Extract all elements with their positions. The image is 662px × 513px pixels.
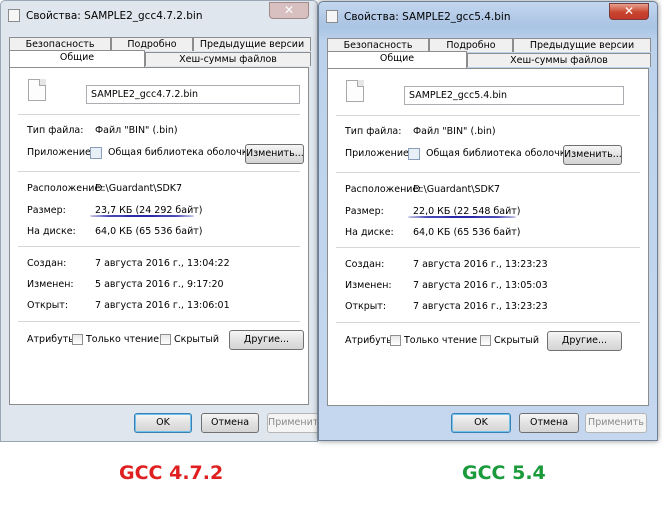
ok-button[interactable]: OK (134, 413, 192, 433)
tab-general[interactable]: Общие (327, 51, 467, 68)
size-underline (408, 216, 516, 218)
tab-security[interactable]: Безопасность (9, 37, 111, 51)
location-label: Расположение: (27, 183, 104, 194)
type-value: Файл "BIN" (.bin) (413, 126, 496, 137)
caption-gcc54: GCC 5.4 (462, 462, 546, 484)
separator (18, 171, 300, 172)
app-label: Приложение: (345, 148, 413, 159)
modified-value: 7 августа 2016 г., 13:05:03 (413, 280, 548, 291)
separator (18, 321, 300, 322)
disk-value: 64,0 КБ (65 536 байт) (95, 226, 203, 237)
hidden-checkbox[interactable] (480, 335, 491, 346)
document-icon (346, 80, 364, 102)
tab-previous-versions[interactable]: Предыдущие версии (513, 38, 651, 52)
window-title: Свойства: SAMPLE2_gcc4.7.2.bin (26, 10, 203, 22)
filename-field[interactable]: SAMPLE2_gcc4.7.2.bin (86, 85, 300, 104)
tab-security[interactable]: Безопасность (327, 38, 429, 52)
created-value: 7 августа 2016 г., 13:04:22 (95, 258, 230, 269)
size-label: Размер: (345, 206, 384, 217)
readonly-checkbox[interactable] (390, 335, 401, 346)
general-panel: SAMPLE2_gcc5.4.bin Тип файла: Файл "BIN"… (327, 68, 649, 406)
caption-gcc472: GCC 4.7.2 (119, 462, 224, 484)
disk-label: На диске: (27, 226, 76, 237)
modified-label: Изменен: (27, 279, 74, 290)
location-value: D:\Guardant\SDK7 (413, 184, 501, 195)
file-icon (326, 10, 338, 23)
tab-previous-versions[interactable]: Предыдущие версии (193, 37, 311, 51)
separator (18, 246, 300, 247)
readonly-label: Только чтение (86, 334, 160, 345)
separator (336, 247, 640, 248)
title-bar[interactable]: Свойства: SAMPLE2_gcc5.4.bin ✕ (319, 2, 657, 28)
ok-button[interactable]: OK (451, 413, 511, 433)
properties-dialog-gcc472: Свойства: SAMPLE2_gcc4.7.2.bin ✕ Безопас… (0, 0, 318, 442)
created-value: 7 августа 2016 г., 13:23:23 (413, 259, 548, 270)
opened-label: Открыт: (345, 301, 387, 312)
type-value: Файл "BIN" (.bin) (95, 125, 178, 136)
apply-button[interactable]: Применить (267, 413, 317, 433)
change-app-button[interactable]: Изменить... (563, 145, 622, 165)
created-label: Создан: (27, 258, 67, 269)
tab-hashes[interactable]: Хеш-суммы файлов (145, 52, 311, 66)
app-label: Приложение: (27, 147, 95, 158)
shell-library-icon (90, 147, 102, 159)
cancel-button[interactable]: Отмена (519, 413, 579, 433)
title-bar[interactable]: Свойства: SAMPLE2_gcc4.7.2.bin ✕ (1, 1, 317, 27)
separator (336, 322, 640, 323)
close-button[interactable]: ✕ (609, 3, 649, 20)
modified-value: 5 августа 2016 г., 9:17:20 (95, 279, 224, 290)
opened-value: 7 августа 2016 г., 13:23:23 (413, 301, 548, 312)
window-title: Свойства: SAMPLE2_gcc5.4.bin (344, 11, 511, 23)
general-panel: SAMPLE2_gcc4.7.2.bin Тип файла: Файл "BI… (9, 67, 309, 405)
size-label: Размер: (27, 205, 66, 216)
readonly-checkbox[interactable] (72, 334, 83, 345)
type-label: Тип файла: (27, 125, 84, 136)
opened-value: 7 августа 2016 г., 13:06:01 (95, 300, 230, 311)
shell-library-icon (408, 148, 420, 160)
properties-dialog-gcc54: Свойства: SAMPLE2_gcc5.4.bin ✕ Безопасно… (318, 1, 658, 441)
separator (18, 114, 300, 115)
modified-label: Изменен: (345, 280, 392, 291)
separator (336, 172, 640, 173)
readonly-label: Только чтение (404, 335, 478, 346)
hidden-checkbox[interactable] (160, 334, 171, 345)
disk-value: 64,0 КБ (65 536 байт) (413, 227, 521, 238)
advanced-button[interactable]: Другие... (547, 331, 622, 351)
change-app-button[interactable]: Изменить... (245, 144, 304, 164)
tab-details[interactable]: Подробно (429, 38, 513, 52)
created-label: Создан: (345, 259, 385, 270)
opened-label: Открыт: (27, 300, 69, 311)
tab-hashes[interactable]: Хеш-суммы файлов (467, 53, 651, 67)
tab-details[interactable]: Подробно (111, 37, 193, 51)
tab-strip: Безопасность Подробно Предыдущие версии … (9, 37, 311, 67)
close-button[interactable]: ✕ (269, 2, 309, 19)
location-label: Расположение: (345, 184, 422, 195)
hidden-label: Скрытый (174, 334, 220, 345)
filename-field[interactable]: SAMPLE2_gcc5.4.bin (404, 86, 624, 105)
location-value: D:\Guardant\SDK7 (95, 183, 183, 194)
document-icon (28, 79, 46, 101)
tab-strip: Безопасность Подробно Предыдущие версии … (327, 38, 651, 68)
hidden-label: Скрытый (494, 335, 540, 346)
apply-button[interactable]: Применить (585, 413, 647, 433)
type-label: Тип файла: (345, 126, 402, 137)
separator (336, 115, 640, 116)
cancel-button[interactable]: Отмена (201, 413, 259, 433)
tab-general[interactable]: Общие (9, 50, 145, 67)
size-underline (90, 215, 194, 217)
disk-label: На диске: (345, 227, 394, 238)
file-icon (8, 9, 20, 22)
advanced-button[interactable]: Другие... (229, 330, 304, 350)
